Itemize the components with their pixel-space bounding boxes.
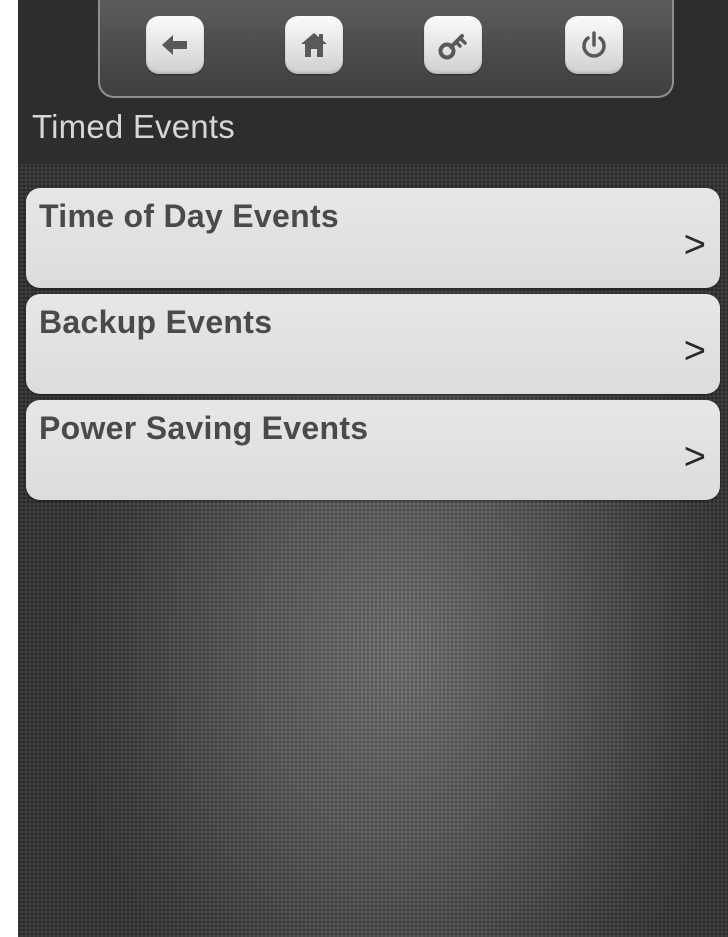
- key-icon: [438, 34, 467, 60]
- chevron-right-icon: >: [683, 330, 706, 372]
- header: Timed Events: [18, 0, 728, 164]
- menu-item-time-of-day-events[interactable]: Time of Day Events >: [26, 188, 720, 288]
- device-screen: Timed Events Time of Day Events > Backup…: [18, 0, 728, 937]
- menu-list: Time of Day Events > Backup Events > Pow…: [26, 188, 720, 506]
- home-icon: [301, 33, 327, 57]
- chevron-right-icon: >: [683, 224, 706, 266]
- menu-item-power-saving-events[interactable]: Power Saving Events >: [26, 400, 720, 500]
- menu-item-label: Backup Events: [39, 304, 273, 340]
- page-title: Timed Events: [32, 108, 235, 145]
- home-button[interactable]: [285, 16, 343, 74]
- power-icon: [582, 31, 606, 58]
- menu-item-backup-events[interactable]: Backup Events >: [26, 294, 720, 394]
- chevron-right-icon: >: [683, 436, 706, 478]
- power-button[interactable]: [565, 16, 623, 74]
- arrow-left-icon: [162, 35, 187, 55]
- nav-bar: [98, 0, 674, 98]
- key-button[interactable]: [424, 16, 482, 74]
- menu-item-label: Time of Day Events: [39, 198, 340, 234]
- back-button[interactable]: [146, 16, 204, 74]
- menu-item-label: Power Saving Events: [39, 410, 369, 446]
